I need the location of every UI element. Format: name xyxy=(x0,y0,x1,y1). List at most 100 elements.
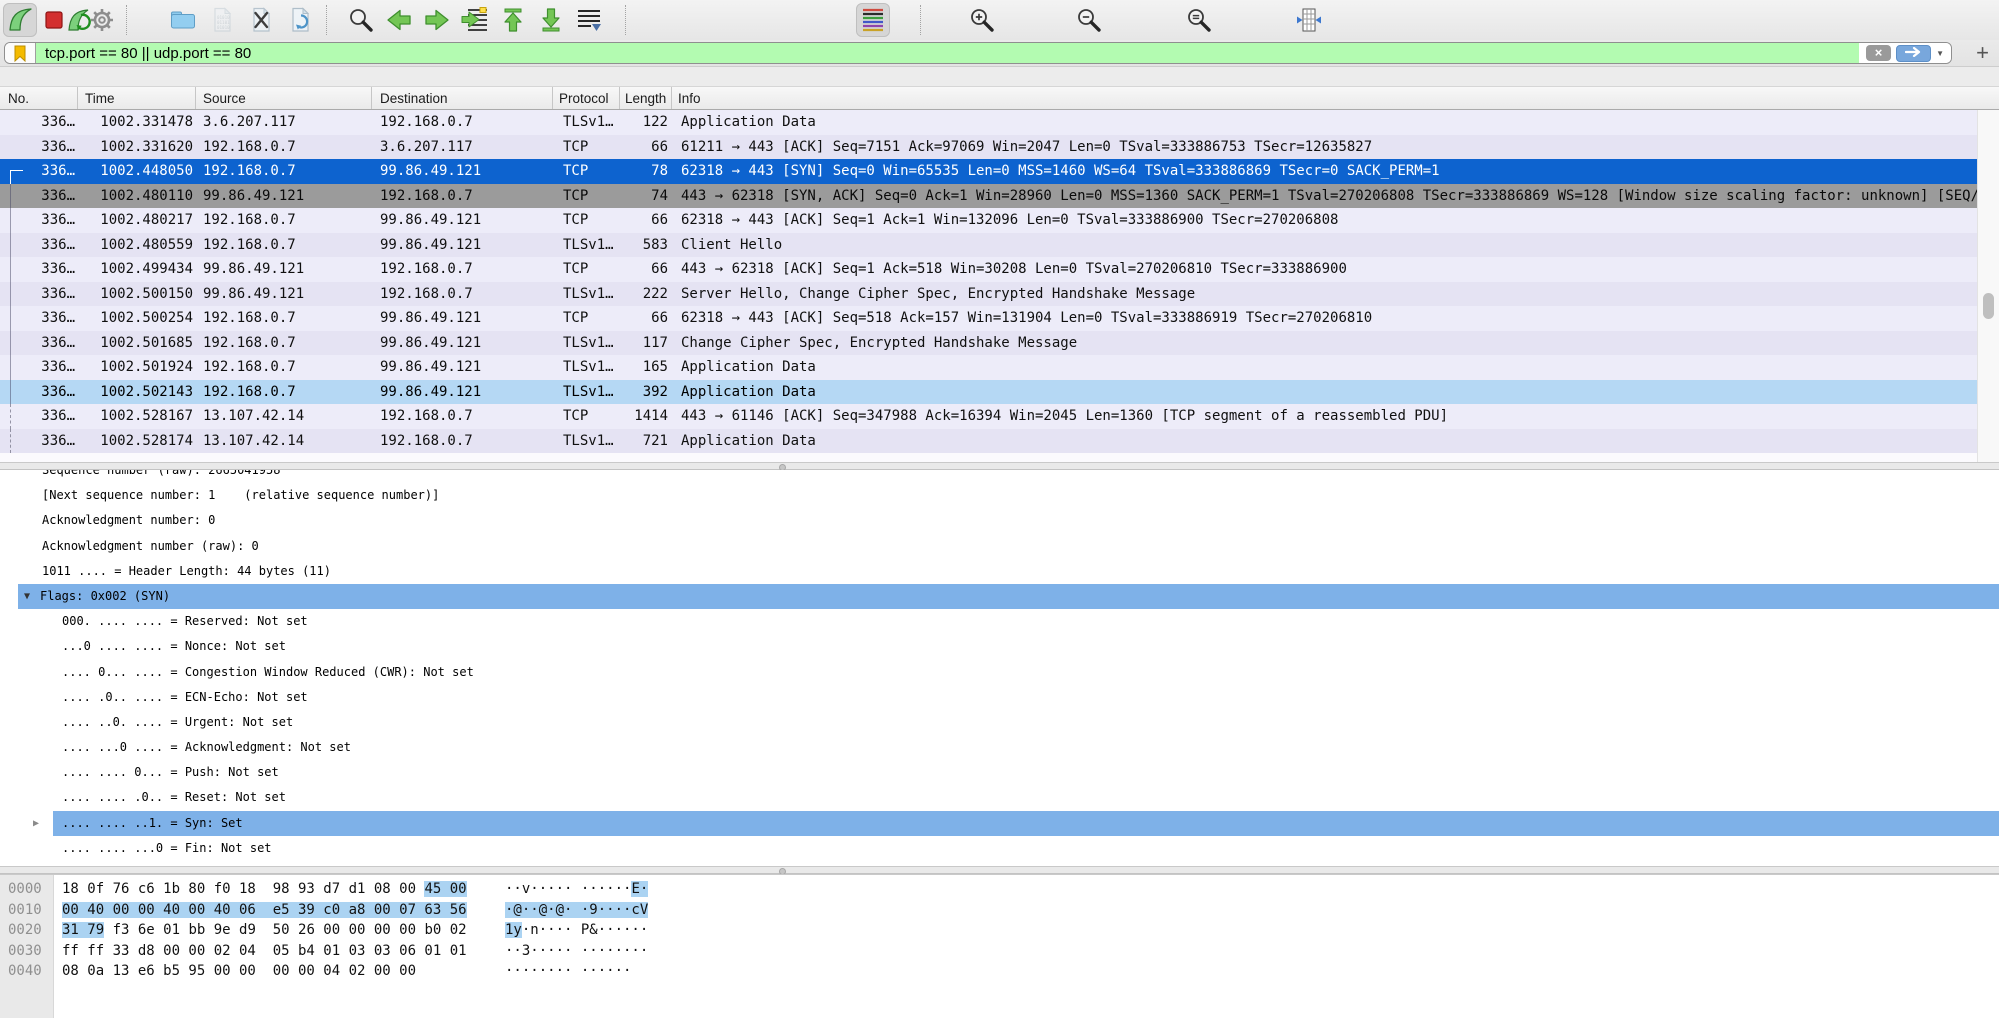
toolbar-separator xyxy=(920,5,921,35)
go-to-packet-button[interactable] xyxy=(458,3,492,37)
detail-line[interactable]: .... ..0. .... = Urgent: Not set xyxy=(0,710,1999,735)
cell-info: 62318 → 443 [ACK] Seq=518 Ack=157 Win=13… xyxy=(672,306,1999,331)
cell-src: 192.168.0.7 xyxy=(196,159,372,184)
resize-columns-button[interactable] xyxy=(1292,3,1326,37)
clear-filter-button[interactable]: × xyxy=(1866,45,1891,61)
detail-line[interactable]: .... .... 0... = Push: Not set xyxy=(0,760,1999,785)
display-filter-field[interactable]: tcp.port == 80 || udp.port == 80 × ▼ xyxy=(4,42,1952,64)
packet-row[interactable]: 336…1002.480559192.168.0.799.86.49.121TL… xyxy=(0,233,1999,258)
packet-row[interactable]: 336…1002.331620192.168.0.73.6.207.117TCP… xyxy=(0,135,1999,160)
column-header-length[interactable]: Length xyxy=(620,87,672,109)
detail-line[interactable]: Sequence number (raw): 2665041958 xyxy=(0,470,1999,483)
go-forward-button[interactable] xyxy=(420,3,454,37)
detail-line[interactable]: 000. .... .... = Reserved: Not set xyxy=(0,609,1999,634)
packet-row[interactable]: 336…1002.501924192.168.0.799.86.49.121TL… xyxy=(0,355,1999,380)
splitter-details-bytes[interactable] xyxy=(0,866,1999,874)
detail-line[interactable]: ...0 .... .... = Nonce: Not set xyxy=(0,634,1999,659)
add-filter-button[interactable]: + xyxy=(1976,40,1989,66)
splitter-list-details[interactable] xyxy=(0,462,1999,470)
start-capture-button[interactable] xyxy=(3,3,37,37)
arrow-left-icon xyxy=(385,6,413,34)
cell-info: 443 → 61146 [ACK] Seq=347988 Ack=16394 W… xyxy=(672,404,1999,429)
detail-line[interactable]: .... .... ...0 = Fin: Not set xyxy=(0,836,1999,861)
detail-line[interactable]: .... .... .0.. = Reset: Not set xyxy=(0,785,1999,810)
save-file-button[interactable]: 010100110101010 xyxy=(205,3,239,37)
column-header-destination[interactable]: Destination xyxy=(372,87,553,109)
close-file-button[interactable] xyxy=(244,3,278,37)
document-close-icon xyxy=(247,6,275,34)
detail-line[interactable]: [Next sequence number: 1 (relative seque… xyxy=(0,483,1999,508)
packet-row[interactable]: 336…1002.448050192.168.0.799.86.49.121TC… xyxy=(0,159,1999,184)
detail-line[interactable]: Acknowledgment number: 0 xyxy=(0,508,1999,533)
cell-len: 66 xyxy=(620,135,672,160)
apply-filter-button[interactable] xyxy=(1896,45,1931,62)
open-file-button[interactable] xyxy=(166,3,200,37)
detail-line[interactable]: .... .0.. .... = ECN-Echo: Not set xyxy=(0,685,1999,710)
bookmark-icon[interactable] xyxy=(5,43,36,63)
detail-line[interactable]: 1011 .... = Header Length: 44 bytes (11) xyxy=(0,559,1999,584)
go-back-button[interactable] xyxy=(382,3,416,37)
cell-time: 1002.528167 xyxy=(78,404,196,429)
packet-row[interactable]: 336…1002.52816713.107.42.14192.168.0.7TC… xyxy=(0,404,1999,429)
expander-open-icon[interactable]: ▼ xyxy=(24,584,30,609)
column-header-time[interactable]: Time xyxy=(78,87,196,109)
column-header-info[interactable]: Info xyxy=(672,87,1999,109)
colorize-button[interactable] xyxy=(856,3,890,37)
cell-dst: 3.6.207.117 xyxy=(372,135,553,160)
cell-dst: 99.86.49.121 xyxy=(372,233,553,258)
cell-info: Client Hello xyxy=(672,233,1999,258)
go-to-first-button[interactable] xyxy=(496,3,530,37)
packet-row[interactable]: 336…1002.502143192.168.0.799.86.49.121TL… xyxy=(0,380,1999,405)
packet-row[interactable]: 336…1002.52817413.107.42.14192.168.0.7TL… xyxy=(0,429,1999,454)
cell-time: 1002.331620 xyxy=(78,135,196,160)
hex-row[interactable]: 000018 0f 76 c6 1b 80 f0 18 98 93 d7 d1 … xyxy=(0,879,1999,900)
hex-segment: f3 6e 01 bb 9e d9 50 26 00 00 00 00 b0 0… xyxy=(104,922,466,938)
cell-len: 122 xyxy=(620,110,672,135)
packet-row[interactable]: 336…1002.48011099.86.49.121192.168.0.7TC… xyxy=(0,184,1999,209)
packet-row[interactable]: 336…1002.50015099.86.49.121192.168.0.7TL… xyxy=(0,282,1999,307)
cell-dst: 99.86.49.121 xyxy=(372,355,553,380)
filter-dropdown-caret-icon[interactable]: ▼ xyxy=(1936,49,1944,58)
detail-line[interactable]: ▶.... .... ..1. = Syn: Set xyxy=(0,811,1999,836)
find-packet-button[interactable] xyxy=(344,3,378,37)
packet-row[interactable]: 336…1002.480217192.168.0.799.86.49.121TC… xyxy=(0,208,1999,233)
detail-line[interactable]: Acknowledgment number (raw): 0 xyxy=(0,534,1999,559)
cell-no: 336… xyxy=(0,331,78,356)
packet-row[interactable]: 336…1002.501685192.168.0.799.86.49.121TL… xyxy=(0,331,1999,356)
hex-bytes: 18 0f 76 c6 1b 80 f0 18 98 93 d7 d1 08 0… xyxy=(62,881,467,897)
column-header-protocol[interactable]: Protocol xyxy=(553,87,620,109)
cell-src: 3.6.207.117 xyxy=(196,110,372,135)
packet-row[interactable]: 336…1002.3314783.6.207.117192.168.0.7TLS… xyxy=(0,110,1999,135)
packet-row[interactable]: 336…1002.500254192.168.0.799.86.49.121TC… xyxy=(0,306,1999,331)
auto-scroll-button[interactable] xyxy=(572,3,606,37)
hex-row[interactable]: 0030ff ff 33 d8 00 00 02 04 05 b4 01 03 … xyxy=(0,941,1999,962)
cell-info: Server Hello, Change Cipher Spec, Encryp… xyxy=(672,282,1999,307)
capture-options-button[interactable] xyxy=(85,3,119,37)
filter-input[interactable]: tcp.port == 80 || udp.port == 80 xyxy=(36,43,1859,63)
detail-line[interactable]: .... ...0 .... = Acknowledgment: Not set xyxy=(0,735,1999,760)
hex-bytes: 31 79 f3 6e 01 bb 9e d9 50 26 00 00 00 0… xyxy=(62,922,467,938)
hex-row[interactable]: 001000 40 00 00 40 00 40 06 e5 39 c0 a8 … xyxy=(0,900,1999,921)
detail-text: Acknowledgment number (raw): 0 xyxy=(42,539,259,553)
hex-segment: ff ff 33 d8 00 00 02 04 05 b4 01 03 03 0… xyxy=(62,943,467,959)
zoom-reset-button[interactable] xyxy=(1182,3,1216,37)
packet-list-scrollbar[interactable] xyxy=(1977,110,1999,462)
hex-row[interactable]: 002031 79 f3 6e 01 bb 9e d9 50 26 00 00 … xyxy=(0,920,1999,941)
cell-info: 443 → 62318 [SYN, ACK] Seq=0 Ack=1 Win=2… xyxy=(672,184,1999,209)
detail-line[interactable]: .... 0... .... = Congestion Window Reduc… xyxy=(0,660,1999,685)
columns-resize-icon xyxy=(1295,6,1323,34)
go-to-last-button[interactable] xyxy=(534,3,568,37)
cell-info: Change Cipher Spec, Encrypted Handshake … xyxy=(672,331,1999,356)
zoom-in-button[interactable] xyxy=(965,3,999,37)
reload-file-button[interactable] xyxy=(283,3,317,37)
expander-closed-icon[interactable]: ▶ xyxy=(33,811,39,836)
ascii-segment: ··v····· ······ xyxy=(505,881,631,897)
zoom-out-button[interactable] xyxy=(1072,3,1106,37)
hex-row[interactable]: 004008 0a 13 e6 b5 95 00 00 00 00 04 02 … xyxy=(0,961,1999,982)
column-header-no[interactable]: No. xyxy=(0,87,78,109)
column-header-source[interactable]: Source xyxy=(196,87,372,109)
scrollbar-thumb[interactable] xyxy=(1983,293,1994,319)
hex-ascii: ··3····· ········ xyxy=(505,941,648,962)
packet-row[interactable]: 336…1002.49943499.86.49.121192.168.0.7TC… xyxy=(0,257,1999,282)
detail-line[interactable]: ▼Flags: 0x002 (SYN) xyxy=(0,584,1999,609)
